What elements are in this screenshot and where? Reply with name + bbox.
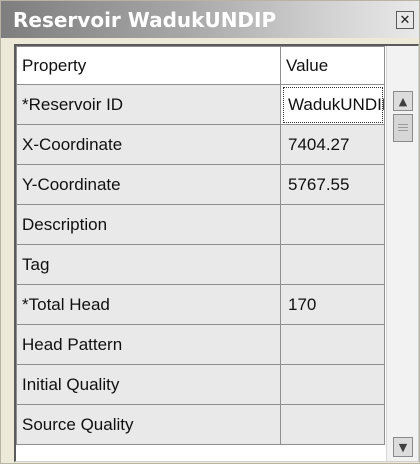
property-value[interactable] bbox=[280, 244, 385, 285]
table-row[interactable]: *Total Head 170 bbox=[16, 284, 385, 325]
table-row[interactable]: X-Coordinate 7404.27 bbox=[16, 124, 385, 165]
property-name: Tag bbox=[16, 244, 281, 285]
property-column-header[interactable]: Property bbox=[16, 46, 281, 85]
scrollbar-thumb[interactable] bbox=[393, 114, 413, 142]
property-name: Head Pattern bbox=[16, 324, 281, 365]
property-name: Description bbox=[16, 204, 281, 245]
property-value[interactable] bbox=[280, 324, 385, 365]
property-name: Initial Quality bbox=[16, 364, 281, 405]
property-value[interactable]: 5767.55 bbox=[280, 164, 385, 205]
table-row[interactable]: Y-Coordinate 5767.55 bbox=[16, 164, 385, 205]
property-name: *Reservoir ID bbox=[16, 84, 281, 125]
property-name: Source Quality bbox=[16, 404, 281, 445]
table-row[interactable]: Source Quality bbox=[16, 404, 385, 445]
value-column-header[interactable]: Value bbox=[280, 46, 385, 85]
property-value[interactable] bbox=[280, 404, 385, 445]
property-value-input[interactable]: WadukUNDIP bbox=[280, 84, 385, 125]
window-title: Reservoir WadukUNDIP bbox=[13, 8, 277, 32]
property-name: Y-Coordinate bbox=[16, 164, 281, 205]
close-icon[interactable]: ✕ bbox=[396, 11, 414, 29]
table-row[interactable]: Description bbox=[16, 204, 385, 245]
vertical-scrollbar[interactable]: ▲ ▼ bbox=[386, 46, 418, 461]
property-value[interactable]: 7404.27 bbox=[280, 124, 385, 165]
header-row: Property Value bbox=[16, 46, 385, 85]
property-table: Property Value *Reservoir ID WadukUNDIP … bbox=[16, 46, 385, 445]
property-value[interactable]: 170 bbox=[280, 284, 385, 325]
table-row[interactable]: Initial Quality bbox=[16, 364, 385, 405]
property-name: *Total Head bbox=[16, 284, 281, 325]
table-row[interactable]: *Reservoir ID WadukUNDIP bbox=[16, 84, 385, 125]
property-value[interactable] bbox=[280, 364, 385, 405]
chevron-up-icon[interactable]: ▲ bbox=[393, 91, 413, 111]
property-grid: Property Value *Reservoir ID WadukUNDIP … bbox=[14, 44, 419, 462]
property-editor-window: Reservoir WadukUNDIP ✕ Property Value *R… bbox=[0, 0, 420, 464]
table-row[interactable]: Head Pattern bbox=[16, 324, 385, 365]
chevron-down-icon[interactable]: ▼ bbox=[393, 437, 413, 457]
property-name: X-Coordinate bbox=[16, 124, 281, 165]
table-row[interactable]: Tag bbox=[16, 244, 385, 285]
property-value[interactable] bbox=[280, 204, 385, 245]
title-bar[interactable]: Reservoir WadukUNDIP ✕ bbox=[1, 1, 419, 38]
